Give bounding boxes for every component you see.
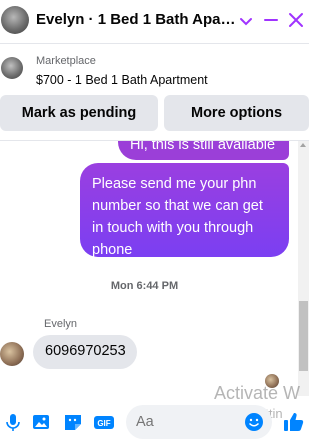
sticker-icon[interactable]	[62, 411, 84, 433]
incoming-message: 6096970253	[33, 335, 137, 369]
message-list[interactable]: Hi, this is still available Please send …	[0, 141, 309, 396]
chevron-down-icon[interactable]	[239, 14, 253, 28]
more-options-button[interactable]: More options	[164, 95, 309, 131]
avatar[interactable]	[1, 6, 29, 34]
marketplace-label: Marketplace	[36, 55, 96, 67]
listing-thumbnail[interactable]	[1, 57, 23, 79]
scroll-up-arrow-icon[interactable]	[300, 143, 306, 147]
chat-title[interactable]: Evelyn · 1 Bed 1 Bath Apart...	[36, 11, 236, 28]
svg-text:GIF: GIF	[97, 419, 110, 428]
photo-icon[interactable]	[30, 411, 52, 433]
listing-title[interactable]: $700 - 1 Bed 1 Bath Apartment	[36, 73, 208, 87]
gif-icon[interactable]: GIF	[93, 411, 115, 433]
minimize-icon[interactable]	[264, 13, 278, 27]
mark-as-pending-button[interactable]: Mark as pending	[0, 95, 158, 131]
sender-name: Evelyn	[44, 318, 78, 330]
message-timestamp: Mon 6:44 PM	[110, 280, 179, 292]
scrollbar-thumb[interactable]	[299, 301, 308, 371]
chat-header: Evelyn · 1 Bed 1 Bath Apart...	[0, 0, 309, 44]
thumbs-up-icon[interactable]	[282, 410, 306, 434]
microphone-icon[interactable]	[2, 411, 24, 433]
sender-avatar[interactable]	[0, 342, 24, 366]
emoji-icon[interactable]	[244, 412, 264, 432]
outgoing-message: Please send me your phn number so that w…	[80, 163, 289, 258]
close-icon[interactable]	[288, 12, 304, 28]
outgoing-message-previous: Hi, this is still available	[118, 141, 289, 160]
